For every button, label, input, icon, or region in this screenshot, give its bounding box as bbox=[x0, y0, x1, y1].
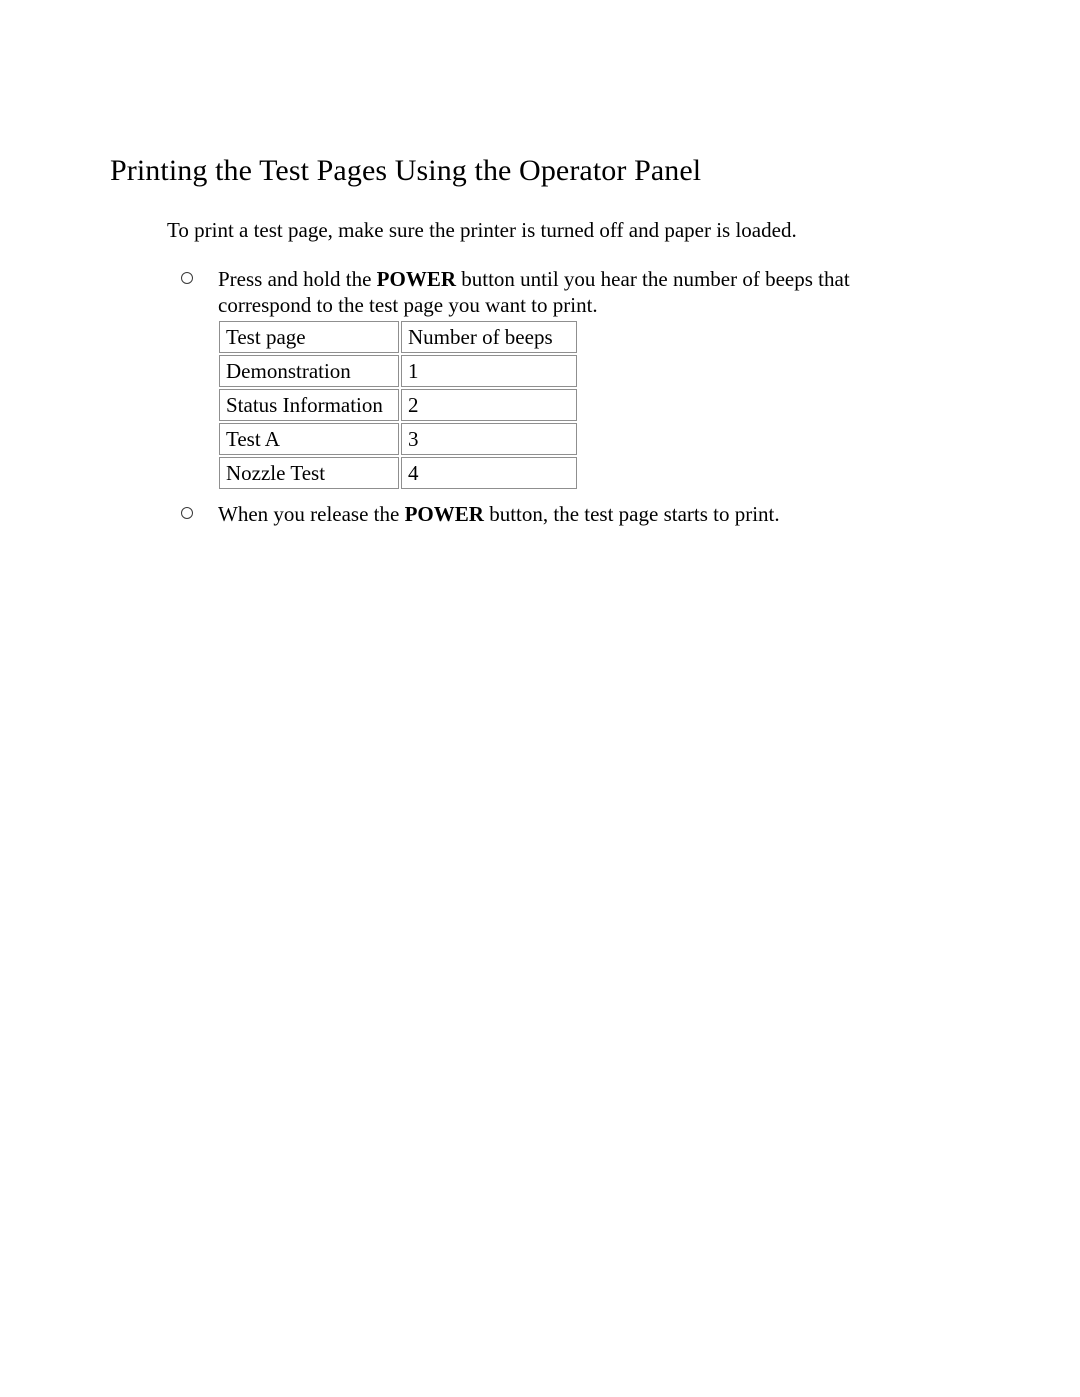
step-line-2: correspond to the test page you want to … bbox=[218, 293, 598, 317]
table-row: Test A 3 bbox=[219, 423, 577, 455]
table-header-number-of-beeps: Number of beeps bbox=[401, 321, 577, 353]
step-line-1: Press and hold the POWER button until yo… bbox=[218, 266, 881, 292]
step-text-after-emphasis: button until you hear the number of beep… bbox=[456, 267, 850, 291]
table-cell-test-page: Test A bbox=[219, 423, 399, 455]
table-row: Status Information 2 bbox=[219, 389, 577, 421]
page-title: Printing the Test Pages Using the Operat… bbox=[110, 154, 702, 187]
table-row: Demonstration 1 bbox=[219, 355, 577, 387]
power-button-label: POWER bbox=[404, 502, 484, 526]
table-cell-test-page: Demonstration bbox=[219, 355, 399, 387]
test-page-beeps-table: Test page Number of beeps Demonstration … bbox=[217, 319, 579, 491]
step-text-after-emphasis: button, the test page starts to print. bbox=[483, 502, 780, 526]
open-circle-bullet-icon bbox=[181, 272, 193, 284]
step-text-before-emphasis: When you release the bbox=[218, 502, 405, 526]
step-text: When you release the POWER button, the t… bbox=[218, 501, 881, 527]
table-header-row: Test page Number of beeps bbox=[219, 321, 577, 353]
bullet-row: Press and hold the POWER button until yo… bbox=[181, 266, 881, 318]
table-cell-test-page: Nozzle Test bbox=[219, 457, 399, 489]
table-row: Nozzle Test 4 bbox=[219, 457, 577, 489]
intro-paragraph: To print a test page, make sure the prin… bbox=[167, 218, 797, 242]
step-item-2: When you release the POWER button, the t… bbox=[181, 501, 881, 527]
step-text-before-emphasis: Press and hold the bbox=[218, 267, 377, 291]
open-circle-bullet-icon bbox=[181, 507, 193, 519]
table-cell-beeps: 2 bbox=[401, 389, 577, 421]
step-line-1: When you release the POWER button, the t… bbox=[218, 501, 881, 527]
bullet-row: When you release the POWER button, the t… bbox=[181, 501, 881, 527]
step-text: Press and hold the POWER button until yo… bbox=[218, 266, 881, 318]
power-button-label: POWER bbox=[376, 267, 456, 291]
table-cell-beeps: 3 bbox=[401, 423, 577, 455]
table-cell-test-page: Status Information bbox=[219, 389, 399, 421]
step-item-1: Press and hold the POWER button until yo… bbox=[181, 266, 881, 318]
document-page: Printing the Test Pages Using the Operat… bbox=[0, 0, 1080, 1397]
table-cell-beeps: 1 bbox=[401, 355, 577, 387]
table-cell-beeps: 4 bbox=[401, 457, 577, 489]
table-header-test-page: Test page bbox=[219, 321, 399, 353]
